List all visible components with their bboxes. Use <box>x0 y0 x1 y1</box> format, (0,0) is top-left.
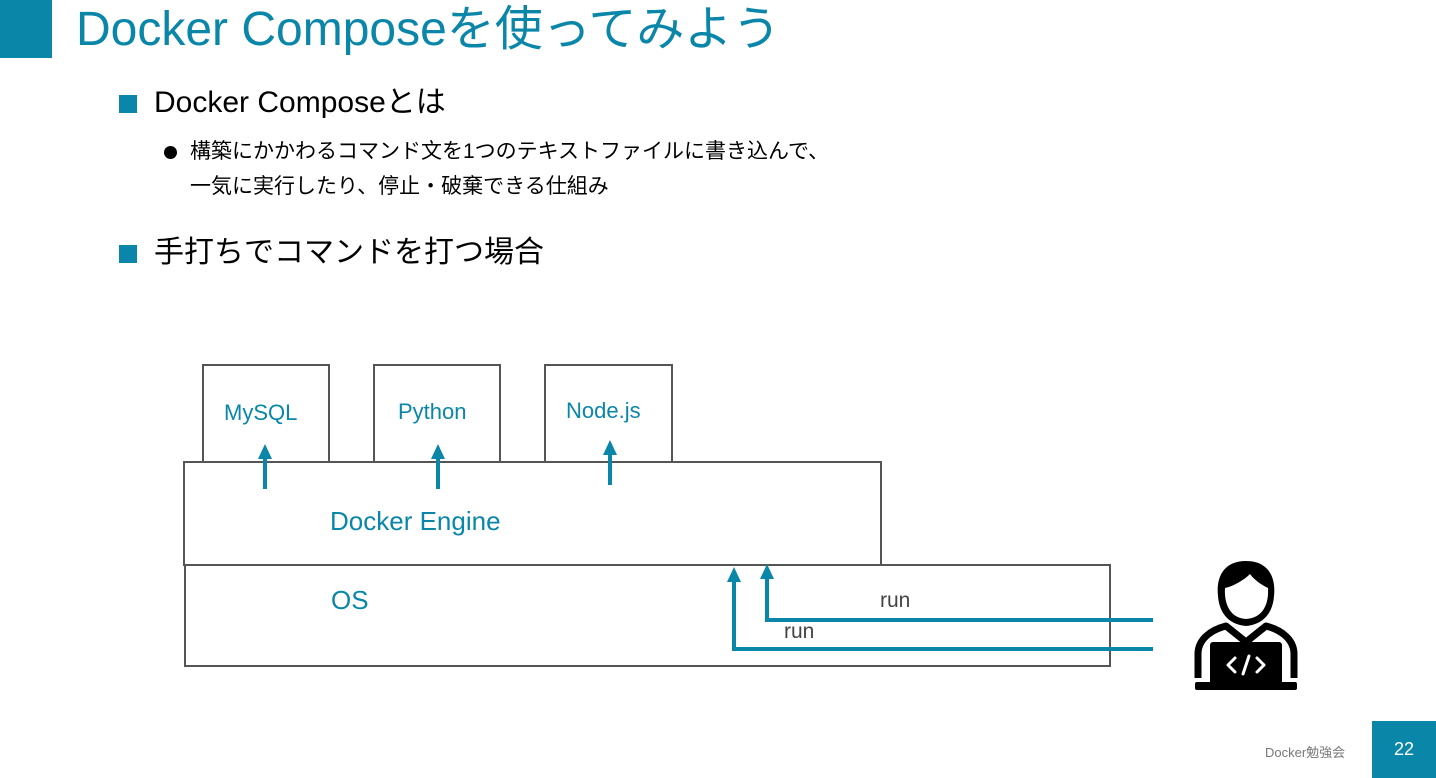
run-label-engine: run <box>880 589 911 612</box>
arrow-head <box>760 564 774 579</box>
footer-label: Docker勉強会 <box>1265 745 1346 760</box>
arrow-head <box>603 440 617 455</box>
arrow-run-engine <box>765 578 1153 622</box>
arrow-head <box>727 567 741 582</box>
developer-laptop-icon <box>1194 561 1298 690</box>
arrow-head <box>258 444 272 459</box>
arrow-head <box>431 444 445 459</box>
page-number: 22 <box>1372 721 1436 778</box>
run-label-os: run <box>784 620 815 643</box>
